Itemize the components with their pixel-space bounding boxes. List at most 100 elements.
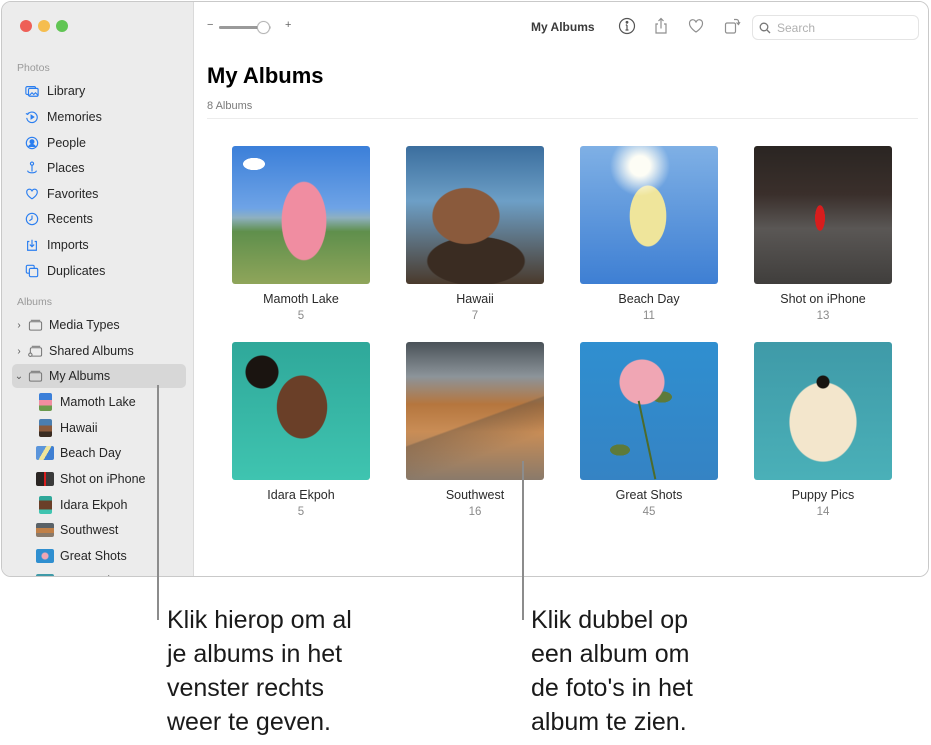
- sidebar-album-beach-day[interactable]: Beach Day: [36, 442, 121, 464]
- album-thumbnail: [36, 549, 54, 563]
- people-icon: [24, 135, 40, 151]
- sidebar-item-imports[interactable]: Imports: [24, 234, 89, 256]
- search-field[interactable]: [752, 15, 919, 40]
- album-name: Idara Ekpoh: [267, 488, 335, 502]
- sidebar-album-puppy-pics[interactable]: Puppy Pics: [36, 570, 123, 576]
- library-icon: [24, 83, 40, 99]
- toolbar-title: My Albums: [531, 20, 595, 34]
- album-card-southwest[interactable]: Southwest 16: [395, 342, 555, 518]
- album-name: Southwest: [445, 488, 505, 502]
- sidebar-group-label: Media Types: [49, 318, 120, 332]
- album-card-shot-on-iphone[interactable]: Shot on iPhone 13: [743, 146, 903, 322]
- sidebar-album-mamoth-lake[interactable]: Mamoth Lake: [36, 391, 136, 413]
- section-label-albums: Albums: [17, 296, 53, 308]
- sidebar-album-hawaii[interactable]: Hawaii: [36, 417, 98, 439]
- window-controls: [20, 20, 68, 32]
- album-cover[interactable]: [754, 342, 892, 480]
- sidebar: Photos Library Memories People Places Fa…: [2, 2, 194, 576]
- album-photo-count: 11: [643, 310, 655, 322]
- clock-icon: [24, 211, 40, 227]
- sidebar-item-label: Library: [47, 84, 86, 98]
- zoom-slider[interactable]: [219, 21, 271, 34]
- import-icon: [24, 237, 40, 253]
- chevron-down-icon[interactable]: ⌄: [13, 371, 25, 382]
- share-icon[interactable]: [651, 16, 671, 36]
- album-photo-count: 5: [297, 506, 305, 518]
- photos-window: Photos Library Memories People Places Fa…: [1, 1, 929, 577]
- album-card-great-shots[interactable]: Great Shots 45: [569, 342, 729, 518]
- album-photo-count: 5: [297, 310, 305, 322]
- rotate-icon[interactable]: [722, 16, 742, 36]
- page-title: My Albums: [207, 63, 324, 88]
- sidebar-album-idara-ekpoh[interactable]: Idara Ekpoh: [36, 494, 127, 516]
- sidebar-item-library[interactable]: Library: [24, 80, 85, 102]
- minimize-button[interactable]: [38, 20, 50, 32]
- zoom-out-button[interactable]: −: [207, 19, 213, 31]
- chevron-right-icon[interactable]: ›: [13, 320, 25, 331]
- heart-icon[interactable]: [686, 16, 706, 36]
- sidebar-item-label: Duplicates: [47, 264, 106, 278]
- album-thumbnail: [39, 393, 52, 411]
- sidebar-item-recents[interactable]: Recents: [24, 208, 93, 230]
- callout-text-album: Klik dubbel op een album om de foto's in…: [531, 606, 693, 736]
- zoom-in-button[interactable]: +: [285, 19, 291, 31]
- album-thumbnail: [36, 446, 54, 460]
- sidebar-album-label: Idara Ekpoh: [60, 498, 128, 512]
- sidebar-album-southwest[interactable]: Southwest: [36, 519, 118, 541]
- sidebar-item-duplicates[interactable]: Duplicates: [24, 260, 105, 282]
- sidebar-item-people[interactable]: People: [24, 132, 86, 154]
- sidebar-album-label: Hawaii: [60, 421, 98, 435]
- album-card-puppy-pics[interactable]: Puppy Pics 14: [743, 342, 903, 518]
- album-card-mamoth-lake[interactable]: Mamoth Lake 5: [221, 146, 381, 322]
- sidebar-item-label: Recents: [47, 212, 93, 226]
- callout-line-album: [522, 461, 524, 620]
- album-photo-count: 14: [816, 506, 830, 518]
- sidebar-group-my-albums[interactable]: ⌄ My Albums: [12, 364, 186, 388]
- sidebar-album-label: Puppy Pics: [60, 574, 123, 576]
- album-photo-count: 13: [816, 310, 830, 322]
- sidebar-album-shot-on-iphone[interactable]: Shot on iPhone: [36, 468, 146, 490]
- album-card-idara-ekpoh[interactable]: Idara Ekpoh 5: [221, 342, 381, 518]
- album-card-beach-day[interactable]: Beach Day 11: [569, 146, 729, 322]
- section-label-photos: Photos: [17, 62, 50, 74]
- album-card-hawaii[interactable]: Hawaii 7: [395, 146, 555, 322]
- album-photo-count: 7: [471, 310, 479, 322]
- album-cover[interactable]: [406, 146, 544, 284]
- sidebar-group-shared-albums[interactable]: › Shared Albums: [12, 339, 186, 363]
- album-thumbnail: [36, 574, 54, 576]
- zoom-button[interactable]: [56, 20, 68, 32]
- album-count-label: 8 Albums: [207, 100, 253, 112]
- sidebar-item-places[interactable]: Places: [24, 157, 85, 179]
- album-cover[interactable]: [580, 146, 718, 284]
- album-cover[interactable]: [232, 146, 370, 284]
- album-photo-count: 16: [468, 506, 482, 518]
- album-cover[interactable]: [754, 146, 892, 284]
- sidebar-item-favorites[interactable]: Favorites: [24, 183, 98, 205]
- sidebar-group-label: My Albums: [49, 369, 111, 383]
- close-button[interactable]: [20, 20, 32, 32]
- info-icon[interactable]: [617, 16, 637, 36]
- folder-icon: [27, 318, 43, 332]
- memories-icon: [24, 109, 40, 125]
- chevron-right-icon[interactable]: ›: [13, 346, 25, 357]
- places-icon: [24, 160, 40, 176]
- heart-icon: [24, 186, 40, 202]
- sidebar-group-label: Shared Albums: [49, 344, 134, 358]
- album-name: Puppy Pics: [791, 488, 855, 502]
- album-name: Great Shots: [615, 488, 683, 502]
- album-name: Beach Day: [618, 292, 680, 306]
- duplicates-icon: [24, 263, 40, 279]
- album-photo-count: 45: [642, 506, 656, 518]
- album-cover[interactable]: [580, 342, 718, 480]
- zoom-slider-knob[interactable]: [257, 21, 271, 34]
- sidebar-album-great-shots[interactable]: Great Shots: [36, 545, 127, 567]
- sidebar-item-memories[interactable]: Memories: [24, 106, 102, 128]
- callout-line-sidebar: [157, 385, 159, 620]
- search-input[interactable]: [777, 20, 907, 35]
- callout-text-sidebar: Klik hierop om al je albums in het venst…: [167, 606, 352, 736]
- sidebar-group-media-types[interactable]: › Media Types: [12, 313, 186, 337]
- album-cover[interactable]: [406, 342, 544, 480]
- sidebar-album-label: Great Shots: [60, 549, 127, 563]
- shared-folder-icon: [27, 344, 43, 358]
- album-cover[interactable]: [232, 342, 370, 480]
